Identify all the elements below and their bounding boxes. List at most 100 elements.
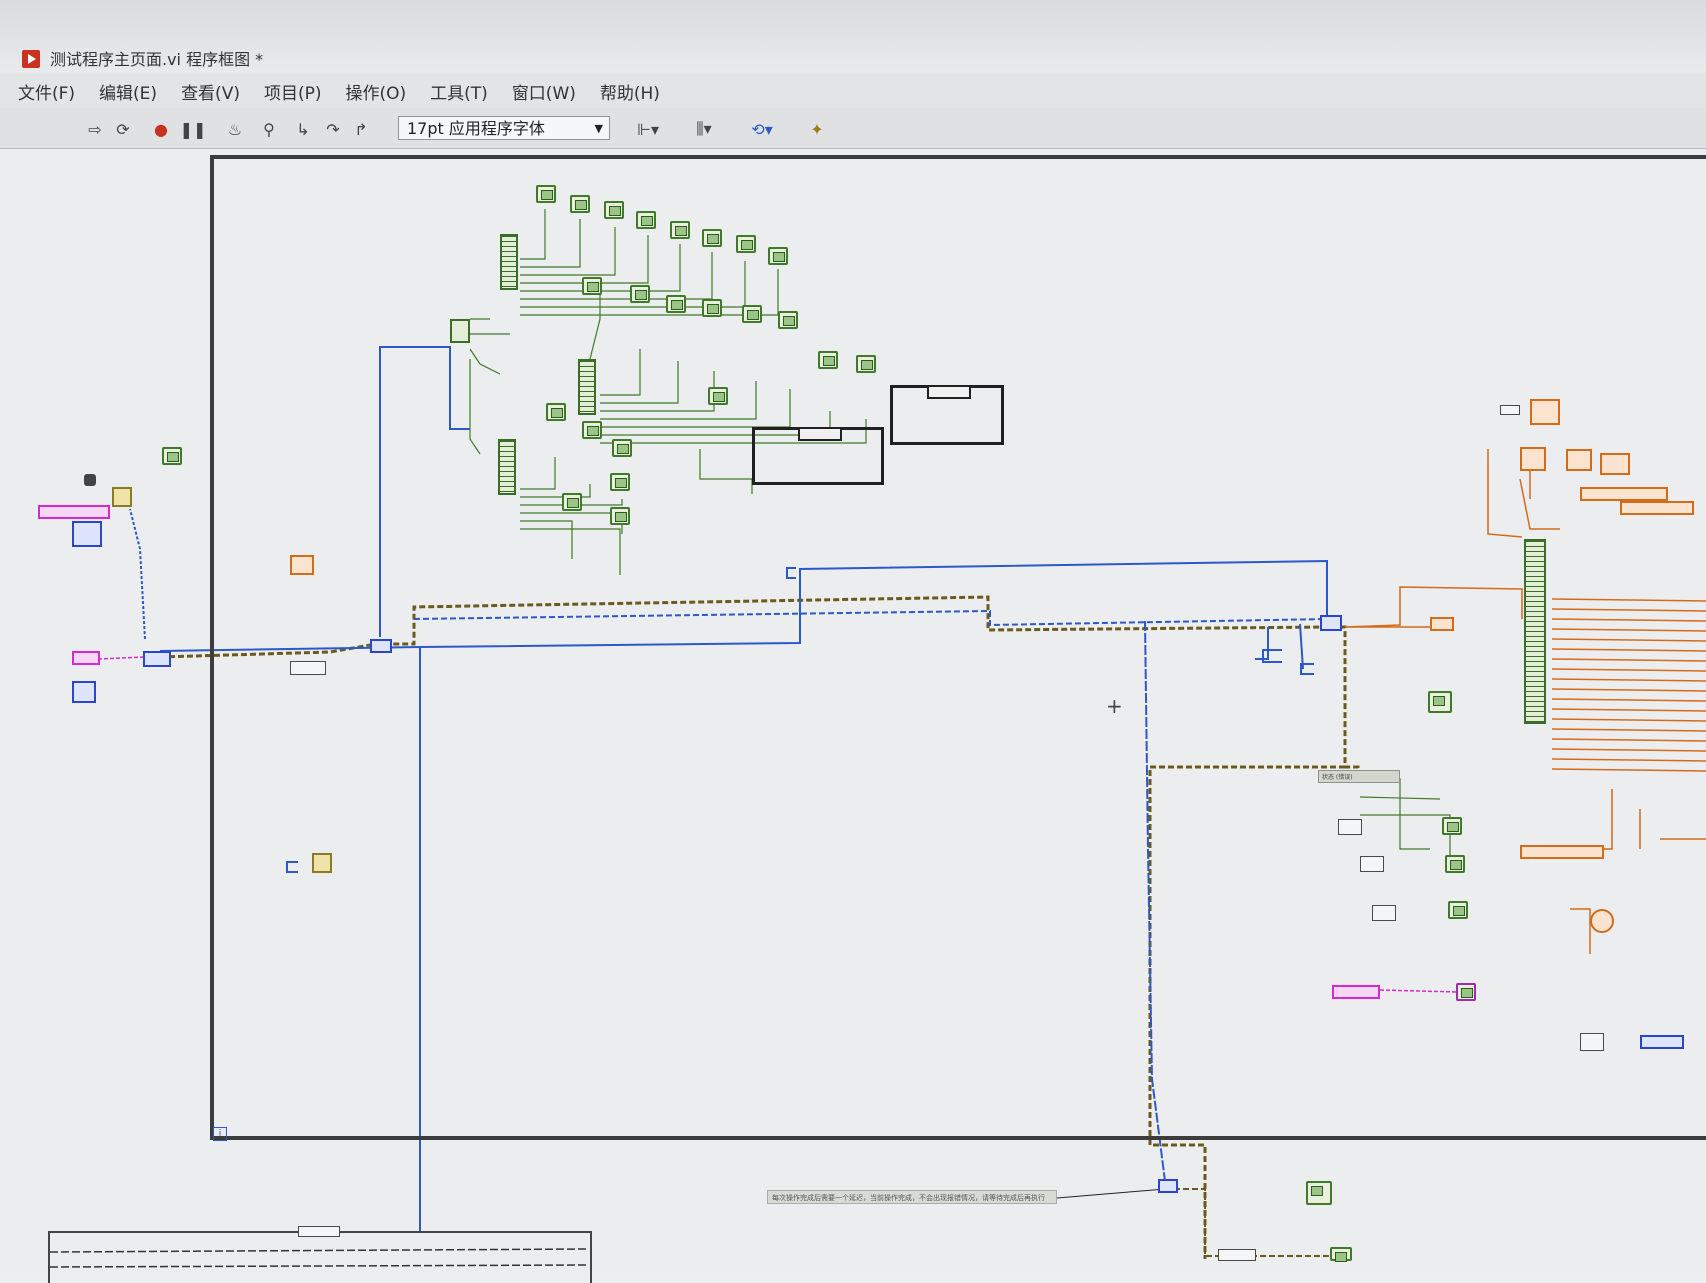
indicator-terminal[interactable] (1218, 1249, 1256, 1261)
subvi-node[interactable] (546, 403, 566, 421)
loop-iteration-terminal[interactable]: i (213, 1127, 227, 1141)
reference-control[interactable] (1640, 1035, 1684, 1049)
subvi-node[interactable] (610, 507, 630, 525)
bundle-node[interactable] (498, 439, 516, 495)
case-selector[interactable] (927, 385, 971, 399)
menu-file[interactable]: 文件(F) (18, 79, 75, 104)
reorder-icon[interactable]: ⟲▾ (742, 118, 782, 140)
pause-icon[interactable]: ❚❚ (180, 118, 207, 140)
subvi-node[interactable] (708, 387, 728, 405)
abort-icon[interactable]: ● (150, 118, 172, 140)
subvi-node[interactable] (162, 447, 182, 465)
invoke-node[interactable] (1158, 1179, 1178, 1193)
subvi-node[interactable] (612, 439, 632, 457)
invoke-node[interactable] (1320, 615, 1342, 631)
subvi-node[interactable] (1428, 691, 1452, 713)
subvi-node[interactable] (702, 229, 722, 247)
subvi-node[interactable] (702, 299, 722, 317)
menu-help[interactable]: 帮助(H) (600, 79, 660, 104)
indicator-terminal[interactable] (1338, 819, 1362, 835)
run-continuously-icon[interactable]: ⟳ (112, 118, 134, 140)
cleanup-diagram-icon[interactable]: ✦ (800, 118, 834, 140)
font-selector[interactable]: 17pt 应用程序字体 ▼ (398, 116, 610, 140)
secondary-loop-structure[interactable] (48, 1231, 592, 1283)
step-over-icon[interactable]: ↷ (322, 118, 344, 140)
menu-operate[interactable]: 操作(O) (346, 79, 407, 104)
reference-constant[interactable] (1262, 649, 1282, 663)
subvi-node[interactable] (604, 201, 624, 219)
invoke-node[interactable] (370, 639, 392, 653)
subvi-node[interactable] (582, 421, 602, 439)
menu-project[interactable]: 项目(P) (264, 79, 322, 104)
subvi-node[interactable] (856, 355, 876, 373)
menu-edit[interactable]: 编辑(E) (99, 79, 157, 104)
subvi-node-orange[interactable] (1520, 447, 1546, 471)
loop-terminal[interactable] (298, 1226, 340, 1237)
reference-control[interactable] (72, 681, 96, 703)
reference-constant[interactable] (1300, 663, 1314, 675)
indicator-terminal[interactable] (1372, 905, 1396, 921)
invoke-node[interactable] (143, 651, 171, 667)
bundle-node[interactable] (578, 359, 596, 415)
subvi-node[interactable] (778, 311, 798, 329)
cluster-constant[interactable] (290, 661, 326, 675)
cluster-constant-orange[interactable] (1580, 487, 1668, 501)
reference-constant[interactable] (786, 567, 796, 579)
subvi-node[interactable] (1445, 855, 1465, 873)
case-structure-small[interactable] (752, 427, 884, 485)
string-control[interactable] (72, 651, 100, 665)
subvi-node[interactable] (742, 305, 762, 323)
distribute-objects-icon[interactable]: ⫼▾ (684, 118, 724, 140)
case-selector[interactable] (798, 427, 842, 441)
subvi-node-orange[interactable] (1600, 453, 1630, 475)
subvi-node[interactable] (670, 221, 690, 239)
highlight-execution-icon[interactable]: ♨ (224, 118, 246, 140)
constant-node[interactable] (84, 474, 96, 486)
step-out-icon[interactable]: ↱ (350, 118, 372, 140)
bundle-node[interactable] (500, 234, 518, 290)
subvi-node[interactable] (818, 351, 838, 369)
align-objects-icon[interactable]: ⊩▾ (628, 118, 668, 140)
cluster-constant-orange[interactable] (1620, 501, 1694, 515)
constant-node[interactable] (1500, 405, 1520, 415)
reference-control[interactable] (72, 521, 102, 547)
numeric-constant[interactable] (1430, 617, 1454, 631)
menu-tools[interactable]: 工具(T) (430, 79, 488, 104)
subvi-node[interactable] (570, 195, 590, 213)
string-constant[interactable] (38, 505, 110, 519)
numeric-indicator[interactable] (290, 555, 314, 575)
block-diagram-canvas[interactable]: i 状态 (错误) + 每次操作完成后需要一个延迟，当前操作完成，不会出现报错情… (0, 149, 1706, 1283)
step-into-icon[interactable]: ↳ (292, 118, 314, 140)
run-arrow-icon[interactable]: ⇨ (84, 118, 106, 140)
subvi-node[interactable] (1448, 901, 1468, 919)
subvi-node[interactable] (636, 211, 656, 229)
retain-wire-values-icon[interactable]: ⚲ (258, 118, 280, 140)
subvi-node[interactable] (536, 185, 556, 203)
subvi-node[interactable] (630, 285, 650, 303)
string-control[interactable] (1332, 985, 1380, 999)
indicator-terminal[interactable] (1360, 856, 1384, 872)
subvi-node[interactable] (736, 235, 756, 253)
reference-constant[interactable] (286, 861, 298, 873)
unbundle-node[interactable] (450, 319, 470, 343)
while-loop-structure[interactable] (210, 155, 1706, 1140)
timer-node[interactable] (1590, 909, 1614, 933)
wait-node[interactable] (312, 853, 332, 873)
subvi-node[interactable] (1330, 1247, 1352, 1262)
menu-window[interactable]: 窗口(W) (512, 79, 576, 104)
subvi-node[interactable] (1442, 817, 1462, 835)
property-node[interactable] (112, 487, 132, 507)
subvi-node[interactable] (1306, 1181, 1332, 1205)
cluster-constant-orange[interactable] (1520, 845, 1604, 859)
subvi-node[interactable] (768, 247, 788, 265)
subvi-node[interactable] (1456, 983, 1476, 1001)
subvi-node[interactable] (582, 277, 602, 295)
subvi-node[interactable] (610, 473, 630, 491)
subvi-node-orange[interactable] (1530, 399, 1560, 425)
subvi-node-orange[interactable] (1566, 449, 1592, 471)
indicator-terminal[interactable] (1580, 1033, 1604, 1051)
menu-view[interactable]: 查看(V) (181, 79, 240, 104)
subvi-node[interactable] (666, 295, 686, 313)
subvi-node[interactable] (562, 493, 582, 511)
case-structure-small-2[interactable] (890, 385, 1004, 445)
